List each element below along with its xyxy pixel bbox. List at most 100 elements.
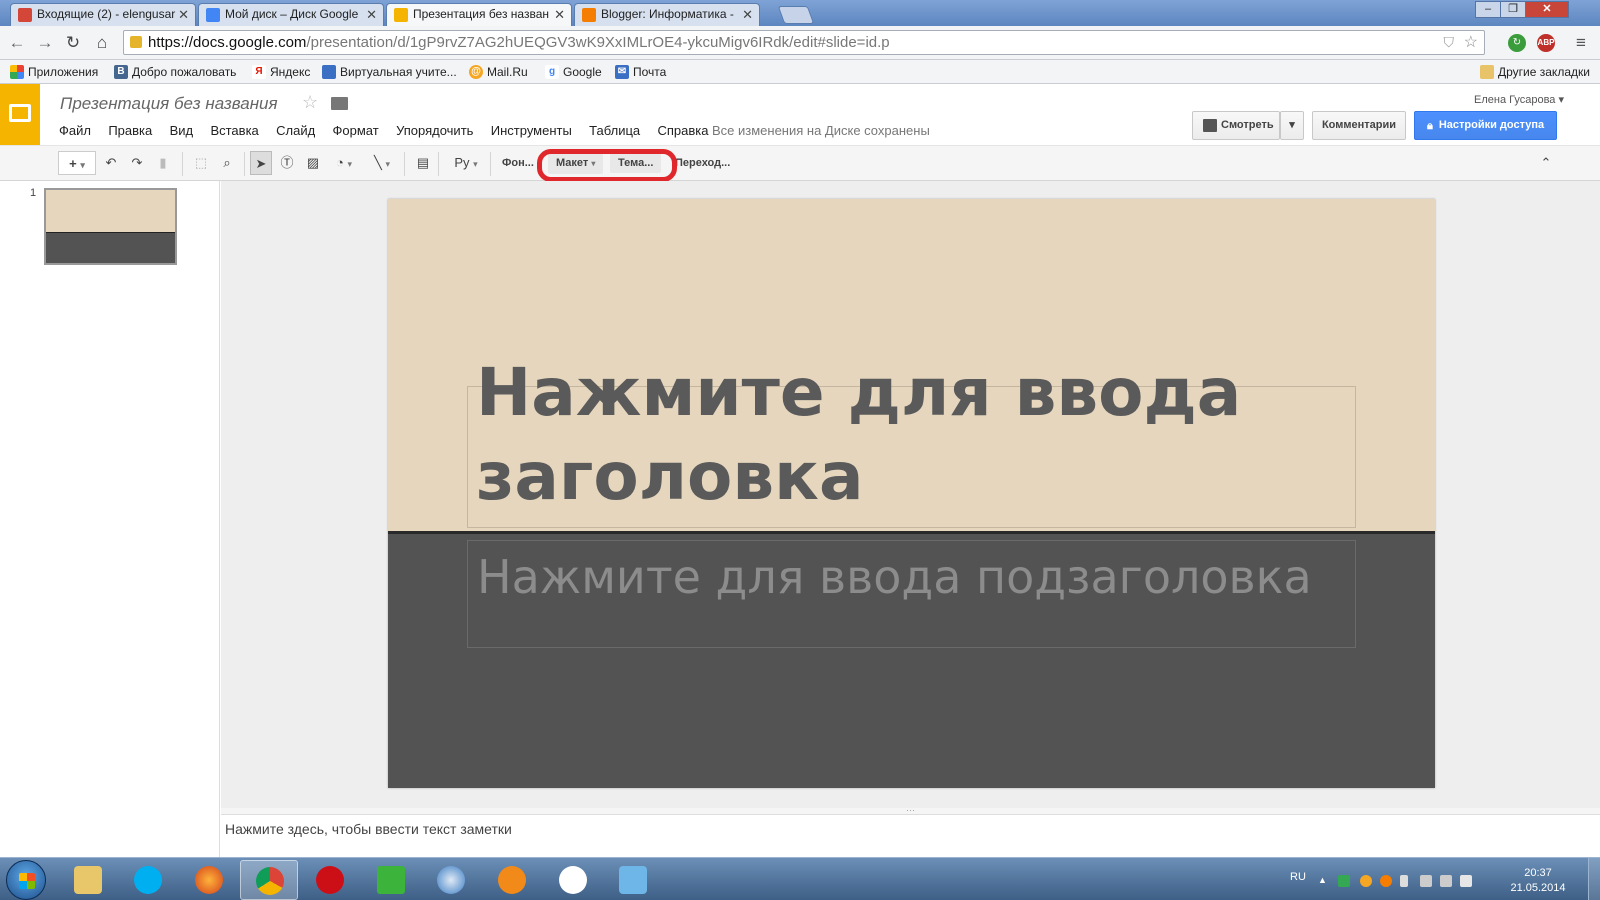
maximize-button[interactable]: ❐ xyxy=(1500,1,1526,18)
bookmark-apps[interactable]: Приложения xyxy=(8,63,98,81)
url-host: https://docs.google.com xyxy=(148,34,307,51)
menu-slide[interactable]: Слайд xyxy=(269,121,322,141)
tray-language[interactable]: RU xyxy=(1290,871,1306,883)
paint-format-icon[interactable]: ▮ xyxy=(152,151,174,175)
back-icon[interactable]: ← xyxy=(6,32,28,54)
menu-tools[interactable]: Инструменты xyxy=(484,121,579,141)
taskbar-chrome[interactable] xyxy=(240,860,298,900)
transition-button[interactable]: Переход... xyxy=(675,153,730,173)
address-bar[interactable]: https://docs.google.com/presentation/d/1… xyxy=(123,30,1485,55)
volume-icon[interactable] xyxy=(1440,875,1452,887)
shape-icon[interactable]: ◔ ▾ xyxy=(328,151,360,175)
background-button[interactable]: Фон... xyxy=(502,153,534,173)
taskbar-app-a[interactable] xyxy=(362,860,420,900)
menu-format[interactable]: Формат xyxy=(326,121,386,141)
undo-icon[interactable]: ↶ xyxy=(100,151,122,175)
google-drive-icon xyxy=(206,8,220,22)
image-icon[interactable]: ▨ xyxy=(302,151,324,175)
taskbar-network[interactable] xyxy=(604,860,662,900)
close-tab-icon[interactable]: ✕ xyxy=(178,7,189,23)
text-box-icon[interactable]: Ⓣ xyxy=(276,151,298,175)
folder-icon[interactable] xyxy=(331,97,348,110)
start-button[interactable] xyxy=(6,860,46,900)
select-tool-icon[interactable]: ➤ xyxy=(250,151,272,175)
bookmark-label: Добро пожаловать xyxy=(132,65,237,79)
star-icon[interactable]: ☆ xyxy=(302,92,318,113)
menu-view[interactable]: Вид xyxy=(163,121,201,141)
bookmark-mail[interactable]: ✉ Почта xyxy=(613,63,666,81)
taskbar-opera[interactable] xyxy=(301,860,359,900)
new-tab-button[interactable] xyxy=(777,6,815,24)
menu-insert[interactable]: Вставка xyxy=(203,121,265,141)
title-placeholder-text[interactable]: Нажмите для ввода заголовка xyxy=(476,351,1376,519)
tray-app-icon[interactable] xyxy=(1360,875,1372,887)
home-icon[interactable]: ⌂ xyxy=(91,32,113,54)
zoom-fit-icon[interactable]: ⬚ xyxy=(190,151,212,175)
zoom-icon[interactable]: ⌕ xyxy=(216,151,238,175)
close-tab-icon[interactable]: ✕ xyxy=(366,7,377,23)
taskbar-skype[interactable] xyxy=(119,860,177,900)
bookmark-mailru[interactable]: @ Mail.Ru xyxy=(467,63,528,81)
taskbar-app-orange[interactable] xyxy=(483,860,541,900)
other-bookmarks[interactable]: Другие закладки xyxy=(1478,63,1590,81)
shield-icon[interactable]: ⛉ xyxy=(1444,31,1455,54)
minimize-button[interactable]: – xyxy=(1475,1,1501,18)
google-drive-tray-icon[interactable] xyxy=(1338,875,1350,887)
speaker-notes[interactable]: Нажмите здесь, чтобы ввести текст заметк… xyxy=(221,814,1600,857)
close-tab-icon[interactable]: ✕ xyxy=(554,7,565,23)
show-desktop-button[interactable] xyxy=(1588,858,1600,900)
signal-icon[interactable] xyxy=(1420,875,1432,887)
tray-expand-icon[interactable]: ▲ xyxy=(1318,875,1330,887)
taskbar-safari[interactable] xyxy=(422,860,480,900)
present-button[interactable]: Смотреть xyxy=(1192,111,1280,140)
present-label: Смотреть xyxy=(1221,119,1274,131)
bookmark-yandex[interactable]: Я Яндекс xyxy=(250,63,310,81)
tab-blogger[interactable]: Blogger: Информатика - ✕ xyxy=(574,3,760,26)
subtitle-placeholder-text[interactable]: Нажмите для ввода подзаголовка xyxy=(477,549,1312,605)
taskbar-explorer[interactable] xyxy=(59,860,117,900)
document-title[interactable]: Презентация без названия xyxy=(60,94,278,114)
new-slide-button[interactable]: + ▾ xyxy=(58,151,96,175)
taskbar-firefox[interactable] xyxy=(180,860,238,900)
network-tray-icon[interactable] xyxy=(1460,875,1472,887)
close-window-button[interactable]: ✕ xyxy=(1525,1,1569,18)
tab-presentation[interactable]: Презентация без назван ✕ xyxy=(386,3,572,26)
input-tools-button[interactable]: Ру ▾ xyxy=(448,151,484,175)
comments-button[interactable]: Комментарии xyxy=(1312,111,1406,140)
bookmark-google[interactable]: g Google xyxy=(543,63,602,81)
slide-canvas[interactable]: Нажмите для ввода заголовка Нажмите для … xyxy=(388,199,1435,788)
taskbar-yandex-browser[interactable] xyxy=(544,860,602,900)
battery-icon[interactable] xyxy=(1400,875,1408,887)
tray-app-icon[interactable] xyxy=(1380,875,1392,887)
forward-icon[interactable]: → xyxy=(34,32,56,54)
bookmark-star-icon[interactable]: ☆ xyxy=(1464,31,1478,54)
reload-icon[interactable]: ↻ xyxy=(62,32,84,54)
comment-icon[interactable]: ▤ xyxy=(412,151,434,175)
menu-help[interactable]: Справка xyxy=(651,121,716,141)
line-icon[interactable]: ╲ ▾ xyxy=(366,151,398,175)
thumbnail-top xyxy=(46,190,175,232)
tab-title: Презентация без назван xyxy=(413,7,550,21)
menu-table[interactable]: Таблица xyxy=(582,121,647,141)
collapse-toolbar-icon[interactable]: ⌃ xyxy=(1535,151,1557,175)
user-account-menu[interactable]: Елена Гусарова ▾ xyxy=(1474,93,1564,106)
browser-toolbar: ← → ↻ ⌂ https://docs.google.com/presenta… xyxy=(0,26,1600,60)
adblock-icon[interactable]: ABP xyxy=(1537,34,1555,52)
bookmark-vk[interactable]: B Добро пожаловать xyxy=(112,63,236,81)
bookmark-virtual-teacher[interactable]: Виртуальная учите... xyxy=(320,63,457,81)
extension-refresh-icon[interactable]: ↻ xyxy=(1508,34,1526,52)
tab-gmail[interactable]: Входящие (2) - elengusar ✕ xyxy=(10,3,196,26)
present-dropdown-button[interactable]: ▾ xyxy=(1280,111,1304,140)
menu-arrange[interactable]: Упорядочить xyxy=(389,121,480,141)
share-button[interactable]: 🔒︎ Настройки доступа xyxy=(1414,111,1557,140)
system-clock[interactable]: 20:37 21.05.2014 xyxy=(1508,866,1568,896)
close-tab-icon[interactable]: ✕ xyxy=(742,7,753,23)
menu-file[interactable]: Файл xyxy=(52,121,98,141)
slide-thumbnail[interactable] xyxy=(44,188,177,265)
slides-home-button[interactable] xyxy=(0,84,40,145)
google-icon: g xyxy=(545,65,559,79)
redo-icon[interactable]: ↷ xyxy=(126,151,148,175)
menu-edit[interactable]: Правка xyxy=(101,121,159,141)
menu-icon[interactable]: ≡ xyxy=(1570,32,1592,54)
tab-google-drive[interactable]: Мой диск – Диск Google ✕ xyxy=(198,3,384,26)
